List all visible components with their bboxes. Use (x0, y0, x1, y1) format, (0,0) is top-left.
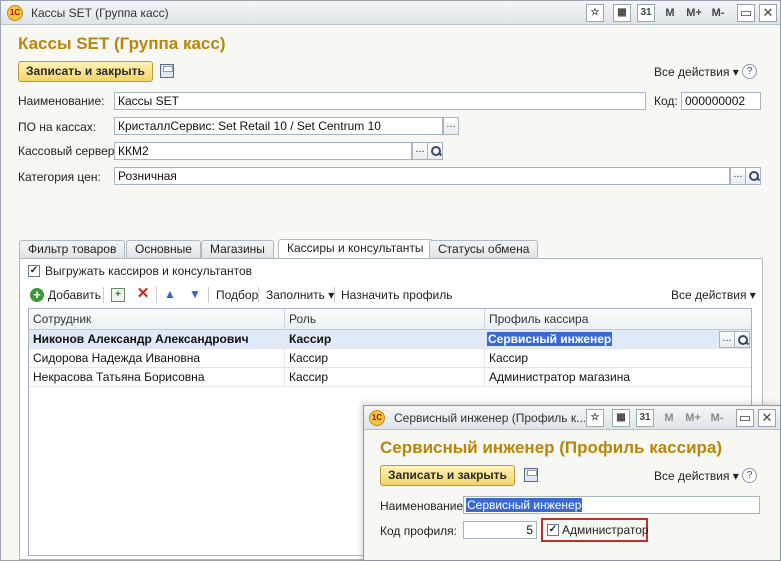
toolbar-divider (156, 287, 157, 303)
cell-employee[interactable]: Некрасова Татьяна Борисовна (29, 368, 285, 387)
cash-server-field[interactable]: ККМ2 (114, 142, 412, 160)
price-category-select-button[interactable]: ... (730, 167, 746, 185)
profile-edit-text[interactable]: Сервисный инженер (487, 332, 613, 346)
tab-cashiers[interactable]: Кассиры и консультанты (278, 239, 433, 258)
copy-icon[interactable]: + (111, 288, 125, 302)
column-profile[interactable]: Профиль кассира (485, 309, 751, 330)
help-icon[interactable]: ? (742, 468, 757, 483)
move-up-icon[interactable]: ▲ (163, 287, 177, 301)
cell-role[interactable]: Кассир (285, 349, 485, 368)
profile-code-label: Код профиля: (380, 524, 457, 538)
cell-profile[interactable]: Администратор магазина (485, 368, 751, 387)
app-logo-icon[interactable]: 1С (369, 410, 385, 426)
price-category-field[interactable]: Розничная (114, 167, 730, 185)
table-row[interactable]: Никонов Александр Александрович Кассир С… (29, 330, 751, 349)
code-label: Код: (654, 94, 678, 108)
memory-button[interactable]: M (660, 409, 678, 427)
profile-form-title: Сервисный инженер (Профиль кассира) (380, 438, 723, 457)
profile-select-button[interactable]: ... (719, 331, 735, 348)
favorite-icon[interactable]: ☆ (586, 4, 604, 22)
window-title: Кассы SET (Группа касс) (31, 6, 169, 20)
column-employee[interactable]: Сотрудник (29, 309, 285, 330)
profile-window-title: Сервисный инженер (Профиль к... (394, 411, 587, 425)
toolbar-divider (334, 287, 335, 303)
profile-name-field[interactable]: Сервисный инженер (463, 496, 760, 514)
favorite-icon[interactable]: ☆ (586, 409, 604, 427)
export-cashiers-label: Выгружать кассиров и консультантов (45, 264, 252, 278)
profile-search-icon[interactable] (734, 331, 750, 348)
table-row[interactable]: Некрасова Татьяна Борисовна Кассир Админ… (29, 368, 751, 387)
tab-exchange-status[interactable]: Статусы обмена (429, 240, 539, 258)
save-close-button[interactable]: Записать и закрыть (18, 61, 153, 82)
pos-software-label: ПО на кассах: (18, 120, 97, 134)
toolbar-divider (208, 287, 209, 303)
delete-icon[interactable]: ✕ (136, 286, 150, 301)
tab-main[interactable]: Основные (126, 240, 201, 258)
price-category-label: Категория цен: (18, 170, 101, 184)
toolbar-divider (103, 287, 104, 303)
calculator-icon[interactable]: ▦ (613, 4, 631, 22)
main-titlebar: 1С Кассы SET (Группа касс) ☆ ▦ 31 M M+ M… (1, 1, 780, 25)
help-icon[interactable]: ? (742, 64, 757, 79)
calendar-icon[interactable]: 31 (636, 409, 654, 427)
calculator-icon[interactable]: ▦ (612, 409, 630, 427)
all-actions-menu[interactable]: Все действия ▾ (654, 65, 739, 79)
table-header: Сотрудник Роль Профиль кассира (29, 309, 751, 330)
profile-name-text[interactable]: Сервисный инженер (466, 498, 583, 512)
profile-save-close-button[interactable]: Записать и закрыть (380, 465, 515, 486)
column-role[interactable]: Роль (285, 309, 485, 330)
toolbar-divider (258, 287, 259, 303)
add-button[interactable]: Добавить (48, 288, 101, 302)
cash-server-search-icon[interactable] (427, 142, 443, 160)
form-title: Кассы SET (Группа касс) (18, 34, 226, 53)
minimize-icon[interactable]: ▭ (737, 4, 755, 22)
profile-titlebar: 1С Сервисный инженер (Профиль к... ☆ ▦ 3… (364, 406, 780, 430)
admin-checkbox-label: Администратор (562, 523, 649, 537)
minimize-icon[interactable]: ▭ (736, 409, 754, 427)
table-all-actions-menu[interactable]: Все действия ▾ (671, 288, 756, 302)
name-label: Наименование: (18, 94, 105, 108)
cell-employee[interactable]: Никонов Александр Александрович (29, 330, 285, 349)
table-row[interactable]: Сидорова Надежда Ивановна Кассир Кассир (29, 349, 751, 368)
profile-name-label: Наименование: (380, 499, 467, 513)
save-icon[interactable] (524, 468, 538, 482)
memory-plus-button[interactable]: M+ (683, 4, 705, 22)
close-icon[interactable]: ✕ (759, 4, 777, 22)
cell-profile-editing[interactable]: Сервисный инженер (485, 330, 719, 349)
cell-role[interactable]: Кассир (285, 330, 485, 349)
cell-employee[interactable]: Сидорова Надежда Ивановна (29, 349, 285, 368)
fill-menu[interactable]: Заполнить ▾ (266, 288, 334, 302)
code-field[interactable]: 000000002 (681, 92, 761, 110)
pos-software-select-button[interactable]: ... (443, 117, 459, 135)
app-logo-icon[interactable]: 1С (7, 5, 23, 21)
close-icon[interactable]: ✕ (758, 409, 776, 427)
move-down-icon[interactable]: ▼ (188, 287, 202, 301)
name-field[interactable]: Кассы SET (114, 92, 646, 110)
cell-role[interactable]: Кассир (285, 368, 485, 387)
memory-plus-button[interactable]: M+ (682, 409, 704, 427)
profile-all-actions-menu[interactable]: Все действия ▾ (654, 469, 739, 483)
admin-checkbox[interactable]: ✓ (547, 524, 559, 536)
cash-server-label: Кассовый сервер: (18, 144, 118, 158)
assign-profile-button[interactable]: Назначить профиль (341, 288, 452, 302)
memory-minus-button[interactable]: M- (706, 409, 728, 427)
pick-button[interactable]: Подбор (216, 288, 258, 302)
calendar-icon[interactable]: 31 (637, 4, 655, 22)
memory-minus-button[interactable]: M- (707, 4, 729, 22)
profile-code-field[interactable]: 5 (463, 521, 537, 539)
save-icon[interactable] (160, 64, 174, 78)
cell-profile[interactable]: Кассир (485, 349, 751, 368)
memory-button[interactable]: M (661, 4, 679, 22)
export-cashiers-checkbox[interactable]: ✓ (28, 265, 40, 277)
profile-window: 1С Сервисный инженер (Профиль к... ☆ ▦ 3… (363, 405, 781, 561)
add-icon[interactable]: + (30, 288, 44, 302)
tab-stores[interactable]: Магазины (201, 240, 274, 258)
tab-product-filter[interactable]: Фильтр товаров (19, 240, 126, 258)
price-category-search-icon[interactable] (745, 167, 761, 185)
cash-server-select-button[interactable]: ... (412, 142, 428, 160)
pos-software-field[interactable]: КристаллСервис: Set Retail 10 / Set Cent… (114, 117, 443, 135)
